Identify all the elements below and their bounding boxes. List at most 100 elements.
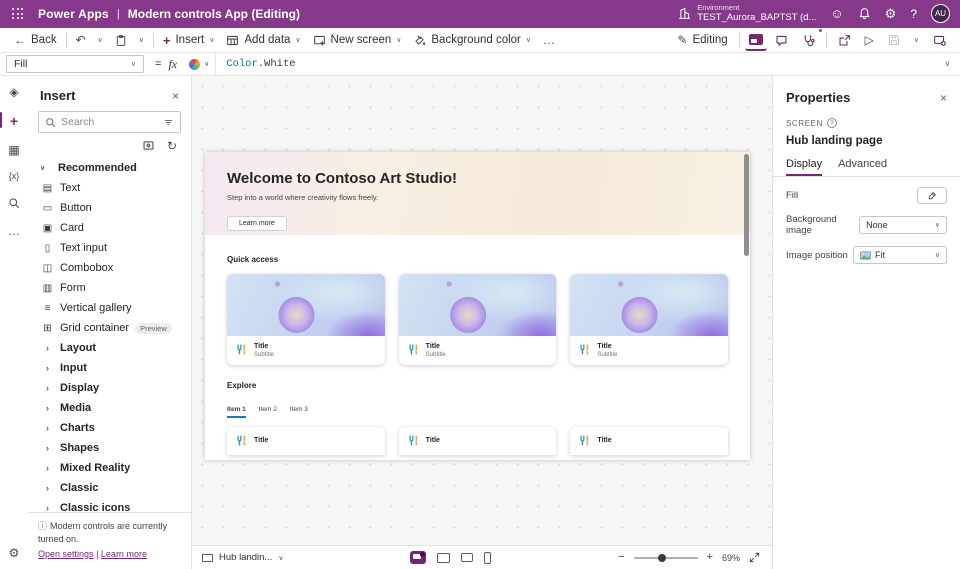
rail-variables-icon[interactable]: {x} (0, 172, 28, 181)
paste-button[interactable] (109, 29, 133, 51)
card-title: Title (597, 436, 611, 446)
device-phone-icon[interactable] (484, 552, 491, 564)
insert-category-mixed-reality[interactable]: ›Mixed Reality (28, 458, 191, 478)
insert-category-classic[interactable]: ›Classic (28, 478, 191, 498)
publish-button[interactable] (927, 29, 952, 51)
learn-more-button[interactable]: Learn more (227, 216, 287, 231)
insert-category-media[interactable]: ›Media (28, 398, 191, 418)
rail-search-icon[interactable] (0, 197, 28, 209)
image-position-dropdown[interactable]: Fit ∨ (853, 246, 947, 264)
zoom-in-button[interactable]: + (707, 552, 713, 563)
insert-item-form[interactable]: ▥Form (28, 278, 191, 298)
insert-item-text-input[interactable]: ▯Text input (28, 238, 191, 258)
add-data-button[interactable]: Add data ∨ (220, 29, 306, 51)
rail-more-icon[interactable]: … (0, 225, 28, 237)
explore-card[interactable]: Title (227, 427, 385, 455)
canvas-workspace[interactable]: Welcome to Contoso Art Studio! Step into… (192, 76, 772, 545)
app-screen[interactable]: Welcome to Contoso Art Studio! Step into… (205, 152, 750, 460)
main-area: ◈ + ▦ {x} … ⚙ Insert × (0, 76, 960, 569)
paste-menu-button[interactable]: ∨ (133, 29, 150, 51)
settings-gear-icon[interactable]: ⚙ (885, 7, 897, 20)
device-tablet-icon[interactable] (461, 553, 473, 562)
insert-item-card[interactable]: ▣Card (28, 218, 191, 238)
quick-access-card[interactable]: Title Subtitle (570, 274, 728, 365)
save-menu-button[interactable]: ∨ (908, 29, 925, 51)
open-settings-link[interactable]: Open settings (38, 549, 94, 559)
app-title: Modern controls App (Editing) (128, 7, 300, 21)
formula-input[interactable]: Color .White ∨ (215, 53, 960, 75)
background-color-button[interactable]: Background color ∨ (407, 29, 537, 51)
formula-expand-chevron[interactable]: ∨ (945, 59, 950, 69)
share-button[interactable] (832, 29, 857, 51)
properties-header: Properties × (786, 90, 947, 105)
insert-category-layout[interactable]: ›Layout (28, 338, 191, 358)
insert-item-text[interactable]: ▤Text (28, 178, 191, 198)
zoom-out-button[interactable]: − (618, 552, 624, 563)
zoom-percent[interactable]: 69% (722, 553, 740, 563)
device-monitor-icon[interactable] (437, 553, 450, 563)
search-input[interactable] (61, 116, 158, 128)
screen-scrollbar[interactable] (744, 154, 749, 458)
component-library-icon[interactable] (142, 139, 155, 152)
feedback-smiley-icon[interactable]: ☺ (830, 7, 843, 20)
insert-item-vertical-gallery[interactable]: ≡Vertical gallery (28, 298, 191, 318)
canvas-view-toggle[interactable] (745, 29, 767, 51)
app-checker-button[interactable] (796, 29, 821, 51)
close-icon[interactable]: × (172, 89, 179, 103)
zoom-slider-handle[interactable] (658, 554, 666, 562)
tab-item-2[interactable]: Item 2 (259, 406, 277, 418)
fill-color-picker-button[interactable] (917, 187, 947, 204)
save-button[interactable] (882, 29, 906, 51)
notifications-bell-icon[interactable] (858, 7, 871, 20)
insert-category-charts[interactable]: ›Charts (28, 418, 191, 438)
device-desktop-selected-icon[interactable] (410, 551, 426, 564)
avatar[interactable]: AU (931, 4, 950, 23)
new-screen-button[interactable]: New screen ∨ (307, 29, 408, 51)
property-selector-dropdown[interactable]: Fill ∨ (6, 55, 144, 73)
insert-button[interactable]: + Insert ∨ (157, 29, 220, 51)
preview-play-button[interactable]: ▷ (859, 29, 880, 51)
quick-access-card[interactable]: Title Subtitle (399, 274, 557, 365)
comments-button[interactable] (769, 29, 794, 51)
tab-display[interactable]: Display (786, 158, 822, 176)
quick-access-card[interactable]: Title Subtitle (227, 274, 385, 365)
fit-to-window-icon[interactable] (749, 552, 760, 563)
color-swatch-dropdown[interactable]: ∨ (183, 59, 215, 70)
rail-insert-icon[interactable]: + (0, 114, 28, 128)
help-circle-icon[interactable]: ? (827, 118, 837, 128)
tab-item-1[interactable]: Item 1 (227, 406, 246, 418)
learn-more-link[interactable]: Learn more (101, 549, 147, 559)
rail-settings-gear-icon[interactable]: ⚙ (0, 547, 28, 559)
screen-selector-dropdown[interactable]: Hub landin... ∨ (202, 552, 283, 563)
tab-item-3[interactable]: Item 3 (290, 406, 308, 418)
background-image-dropdown[interactable]: None ∨ (859, 216, 947, 234)
insert-category-shapes[interactable]: ›Shapes (28, 438, 191, 458)
close-icon[interactable]: × (940, 91, 947, 105)
insert-category-display[interactable]: ›Display (28, 378, 191, 398)
insert-item-button[interactable]: ▭Button (28, 198, 191, 218)
rail-tree-view-icon[interactable]: ◈ (0, 86, 28, 98)
rail-data-icon[interactable]: ▦ (0, 144, 28, 156)
undo-button[interactable]: ↶ (70, 29, 92, 51)
toolbar-overflow-button[interactable]: … (537, 29, 561, 51)
tab-advanced[interactable]: Advanced (838, 158, 887, 176)
explore-card[interactable]: Title (570, 427, 728, 455)
scrollbar-thumb[interactable] (744, 154, 749, 256)
insert-category-classic-icons[interactable]: ›Classic icons (28, 498, 191, 512)
filter-icon[interactable] (163, 117, 174, 128)
zoom-slider[interactable] (634, 557, 698, 559)
recommended-section-header[interactable]: ∨ Recommended (28, 158, 191, 178)
explore-card[interactable]: Title (399, 427, 557, 455)
product-name[interactable]: Power Apps (38, 7, 109, 21)
back-button[interactable]: ← Back (8, 29, 63, 51)
app-launcher-waffle-icon[interactable] (12, 8, 24, 20)
insert-item-grid-container[interactable]: ⊞Grid containerPreview (28, 318, 191, 338)
insert-category-input[interactable]: ›Input (28, 358, 191, 378)
editing-mode-button[interactable]: ✎ Editing (671, 29, 733, 51)
hero-banner[interactable]: Welcome to Contoso Art Studio! Step into… (205, 152, 750, 235)
undo-menu-button[interactable]: ∨ (92, 29, 109, 51)
insert-item-combobox[interactable]: ◫Combobox (28, 258, 191, 278)
refresh-icon[interactable]: ↻ (167, 139, 177, 152)
environment-switcher[interactable]: Environment TEST_Aurora_BAPTST (d... (678, 4, 816, 24)
help-icon[interactable]: ? (910, 7, 917, 21)
